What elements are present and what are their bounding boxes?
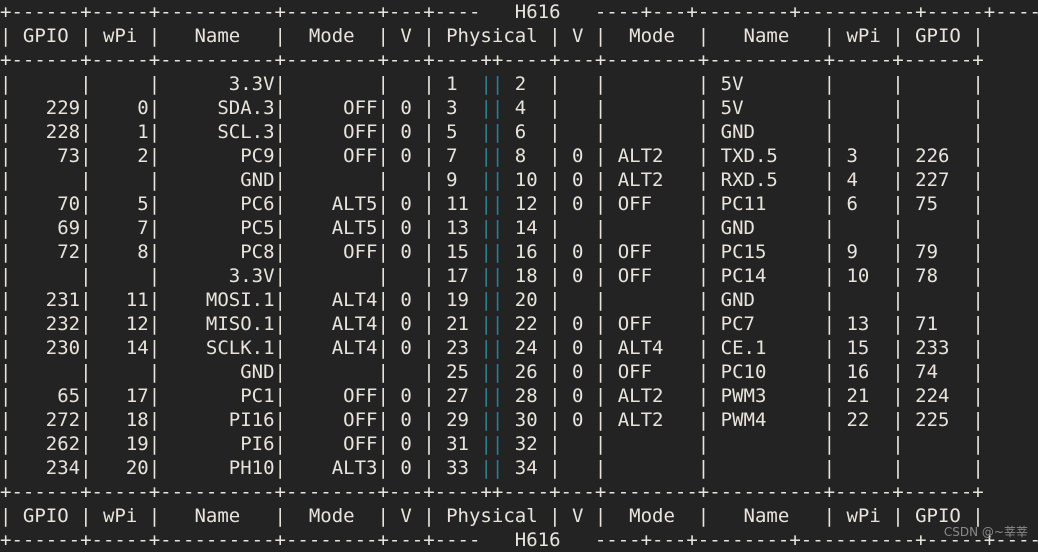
- chip-title: H616: [514, 1, 561, 23]
- table-row: | 229| 0| SDA.3| OFF| 0 | 3 || 4 | | | 5…: [0, 97, 984, 119]
- table-row: | 65| 17| PC1| OFF| 0 | 27 || 28 | 0 | A…: [0, 385, 984, 407]
- terminal-window: +------+-----+----------+--------+---+--…: [0, 0, 1038, 551]
- table-row: | 70| 5| PC6| ALT5| 0 | 11 || 12 | 0 | O…: [0, 193, 984, 215]
- physical-separator: ||: [480, 97, 504, 119]
- physical-separator: ||: [480, 433, 504, 455]
- physical-separator: ||: [480, 121, 504, 143]
- table-row: | | | 3.3V| | | 17 || 18 | 0 | OFF | PC1…: [0, 265, 984, 287]
- physical-separator: ||: [480, 73, 504, 95]
- physical-separator: ||: [480, 313, 504, 335]
- physical-separator: ||: [480, 265, 504, 287]
- physical-separator: ||: [480, 385, 504, 407]
- table-header-rule: +------+-----+----------+--------+---+--…: [0, 49, 984, 71]
- table-row: | 234| 20| PH10| ALT3| 0 | 33 || 34 | | …: [0, 457, 984, 479]
- physical-separator: ||: [480, 193, 504, 215]
- table-row: | | | GND| | | 9 || 10 | 0 | ALT2 | RXD.…: [0, 169, 984, 191]
- physical-separator: ||: [480, 457, 504, 479]
- table-row: | 69| 7| PC5| ALT5| 0 | 13 || 14 | | | G…: [0, 217, 984, 239]
- table-row: | 73| 2| PC9| OFF| 0 | 7 || 8 | 0 | ALT2…: [0, 145, 984, 167]
- table-row: | 272| 18| PI16| OFF| 0 | 29 || 30 | 0 |…: [0, 409, 984, 431]
- table-row: | | | 3.3V| | | 1 || 2 | | | 5V | | |: [0, 73, 984, 95]
- table-footer-row: | GPIO | wPi | Name | Mode | V | Physica…: [0, 505, 984, 527]
- table-row: | 232| 12| MISO.1| ALT4| 0 | 21 || 22 | …: [0, 313, 984, 335]
- table-top-rule: +------+-----+----------+--------+---+--…: [0, 1, 1038, 23]
- physical-separator: ||: [480, 337, 504, 359]
- gpio-readall-output: +------+-----+----------+--------+---+--…: [0, 0, 1038, 552]
- table-row: | 230| 14| SCLK.1| ALT4| 0 | 23 || 24 | …: [0, 337, 984, 359]
- table-row: | | | GND| | | 25 || 26 | 0 | OFF | PC10…: [0, 361, 984, 383]
- table-row: | 262| 19| PI6| OFF| 0 | 31 || 32 | | | …: [0, 433, 984, 455]
- physical-separator: ||: [480, 409, 504, 431]
- table-row: | 231| 11| MOSI.1| ALT4| 0 | 19 || 20 | …: [0, 289, 984, 311]
- table-bottom-rule: +------+-----+----------+--------+---+--…: [0, 529, 1038, 551]
- physical-separator: ||: [480, 289, 504, 311]
- physical-separator: ||: [480, 361, 504, 383]
- table-footer-rule: +------+-----+----------+--------+---+--…: [0, 481, 984, 503]
- watermark: CSDN @~莘莘: [943, 525, 1028, 539]
- table-row: | 72| 8| PC8| OFF| 0 | 15 || 16 | 0 | OF…: [0, 241, 984, 263]
- chip-title: H616: [514, 529, 561, 551]
- table-header-row: | GPIO | wPi | Name | Mode | V | Physica…: [0, 25, 984, 47]
- physical-separator: ||: [480, 169, 504, 191]
- physical-separator: ||: [480, 241, 504, 263]
- physical-separator: ||: [480, 145, 504, 167]
- table-row: | 228| 1| SCL.3| OFF| 0 | 5 || 6 | | | G…: [0, 121, 984, 143]
- physical-separator: ||: [480, 217, 504, 239]
